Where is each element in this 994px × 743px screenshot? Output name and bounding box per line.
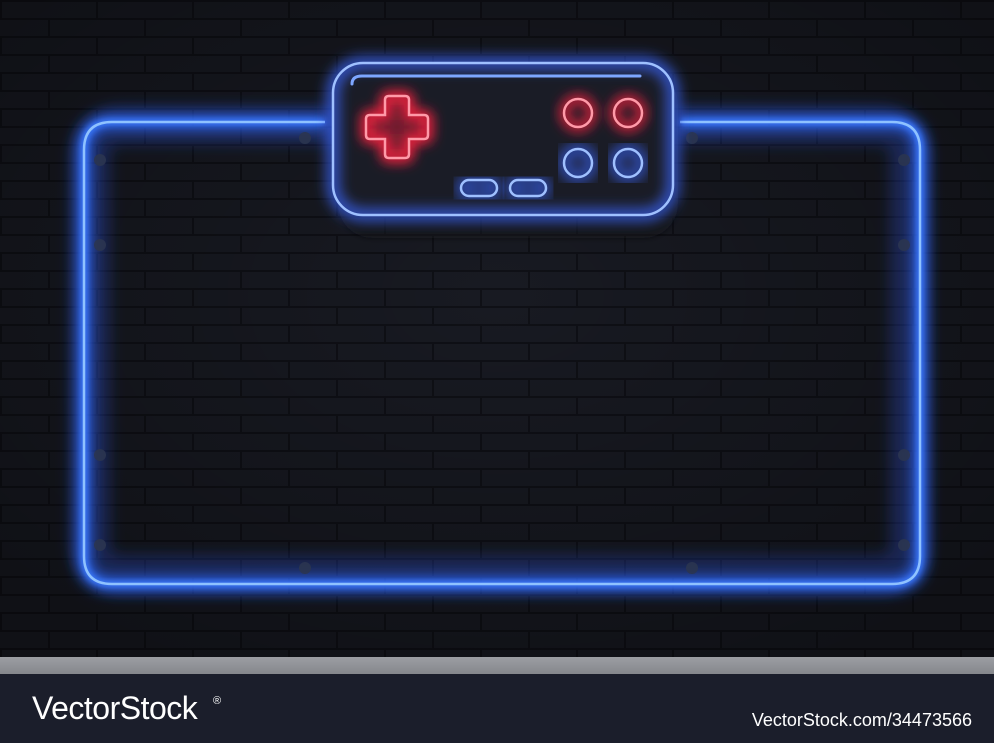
clip <box>898 449 910 461</box>
clip <box>94 449 106 461</box>
neon-artwork <box>0 0 994 657</box>
neon-gamepad-frame-illustration: VectorStock ® VectorStock.com/34473566 <box>0 0 994 743</box>
gamepad-icon <box>328 58 678 238</box>
clip <box>94 239 106 251</box>
clip <box>94 539 106 551</box>
watermark-brand: VectorStock <box>32 690 198 726</box>
clip <box>686 562 698 574</box>
clip <box>299 132 311 144</box>
registered-mark: ® <box>213 695 222 707</box>
clip <box>898 239 910 251</box>
watermark-separator <box>0 657 994 674</box>
clip <box>299 562 311 574</box>
clip <box>898 539 910 551</box>
watermark-bar: VectorStock ® VectorStock.com/34473566 <box>0 674 994 743</box>
clip <box>898 154 910 166</box>
clip <box>94 154 106 166</box>
clip <box>686 132 698 144</box>
watermark-image-id: VectorStock.com/34473566 <box>751 710 972 730</box>
